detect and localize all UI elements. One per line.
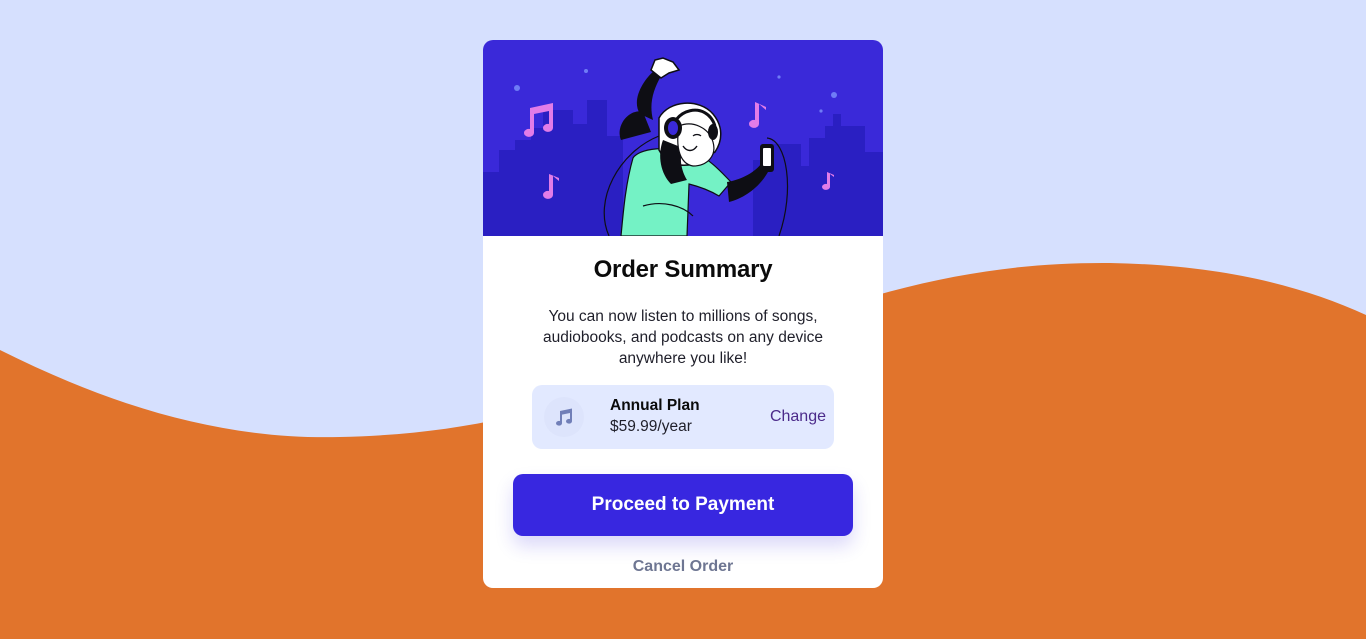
change-plan-link[interactable]: Change [770,408,826,426]
order-summary-description: You can now listen to millions of songs,… [542,308,824,367]
hero-illustration [483,40,883,236]
proceed-to-payment-button[interactable]: Proceed to Payment [513,474,853,536]
order-summary-title: Order Summary [593,256,773,283]
order-summary-card: Order Summary You can now listen to mill… [483,40,883,588]
plan-box: Annual Plan $59.99/year Change [532,385,834,449]
plan-name: Annual Plan [610,397,700,414]
cancel-order-button[interactable]: Cancel Order [483,558,883,576]
plan-price: $59.99/year [610,418,692,435]
plan-icon-container [544,397,584,437]
music-note-icon [556,408,573,426]
